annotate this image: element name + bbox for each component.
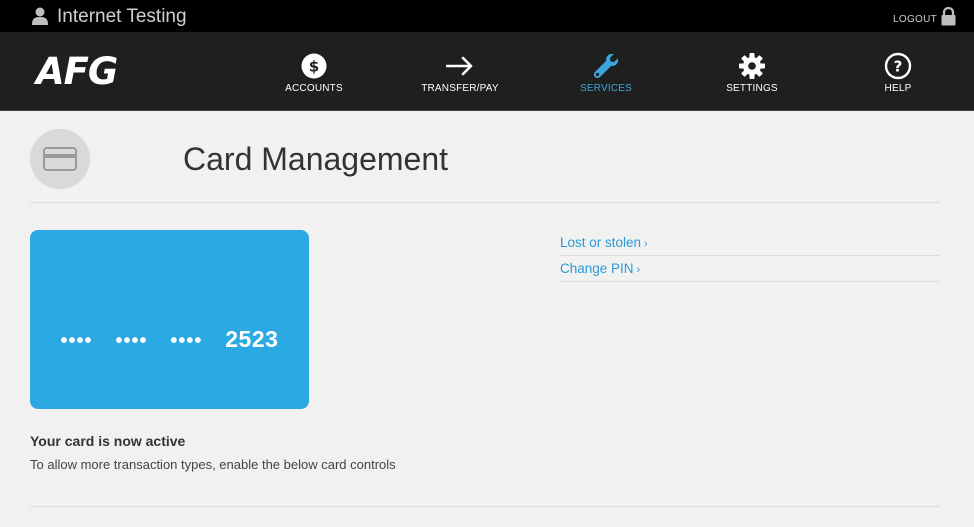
nav-label-transfer-pay: TRANSFER/PAY bbox=[421, 83, 499, 94]
nav-item-services[interactable]: SERVICES bbox=[551, 52, 661, 94]
dollar-circle-icon: $ bbox=[301, 53, 327, 79]
credit-card-icon bbox=[43, 147, 77, 171]
arrow-right-icon bbox=[446, 56, 473, 76]
header-divider bbox=[30, 202, 940, 203]
change-pin-link[interactable]: Change PIN › bbox=[560, 256, 940, 282]
afg-logo[interactable]: AFG bbox=[36, 53, 118, 90]
main-nav: AFG $ ACCOUNTS TRANSFER/PAY SERVICES SET… bbox=[0, 32, 974, 111]
nav-item-help[interactable]: ? HELP bbox=[843, 52, 953, 94]
chevron-right-icon: › bbox=[644, 238, 648, 250]
top-bar: Internet Testing LOGOUT bbox=[0, 0, 974, 32]
nav-label-settings: SETTINGS bbox=[726, 83, 778, 94]
card-visual[interactable]: •••• •••• •••• 2523 bbox=[30, 230, 309, 409]
lost-or-stolen-label: Lost or stolen bbox=[560, 235, 642, 250]
card-status-description: To allow more transaction types, enable … bbox=[30, 457, 396, 472]
app-title: Internet Testing bbox=[57, 6, 187, 27]
question-circle-icon: ? bbox=[884, 52, 912, 80]
user-icon bbox=[32, 7, 48, 25]
lock-icon[interactable] bbox=[940, 7, 957, 26]
nav-item-settings[interactable]: SETTINGS bbox=[697, 52, 807, 94]
gear-icon bbox=[739, 53, 765, 79]
nav-item-transfer-pay[interactable]: TRANSFER/PAY bbox=[405, 52, 515, 94]
nav-item-accounts[interactable]: $ ACCOUNTS bbox=[259, 52, 369, 94]
card-number-mask-1: •••• bbox=[60, 330, 93, 352]
page-header-icon bbox=[30, 129, 90, 189]
chevron-right-icon: › bbox=[636, 264, 641, 276]
lost-or-stolen-link[interactable]: Lost or stolen › bbox=[560, 230, 940, 256]
change-pin-label: Change PIN bbox=[560, 261, 634, 276]
wrench-icon bbox=[593, 54, 618, 79]
card-number-mask-2: •••• bbox=[115, 330, 148, 352]
logout-link[interactable]: LOGOUT bbox=[893, 14, 937, 25]
svg-text:?: ? bbox=[894, 58, 903, 76]
bottom-divider bbox=[30, 506, 940, 507]
card-number: •••• •••• •••• 2523 bbox=[30, 326, 309, 353]
page-title: Card Management bbox=[183, 141, 449, 177]
svg-text:$: $ bbox=[309, 58, 319, 76]
card-last-four: 2523 bbox=[225, 326, 279, 352]
card-number-mask-3: •••• bbox=[170, 330, 203, 352]
nav-label-help: HELP bbox=[884, 83, 912, 94]
card-actions-list: Lost or stolen › Change PIN › bbox=[560, 230, 940, 282]
card-status-title: Your card is now active bbox=[30, 433, 186, 449]
nav-label-accounts: ACCOUNTS bbox=[285, 83, 343, 94]
nav-label-services: SERVICES bbox=[580, 83, 632, 94]
